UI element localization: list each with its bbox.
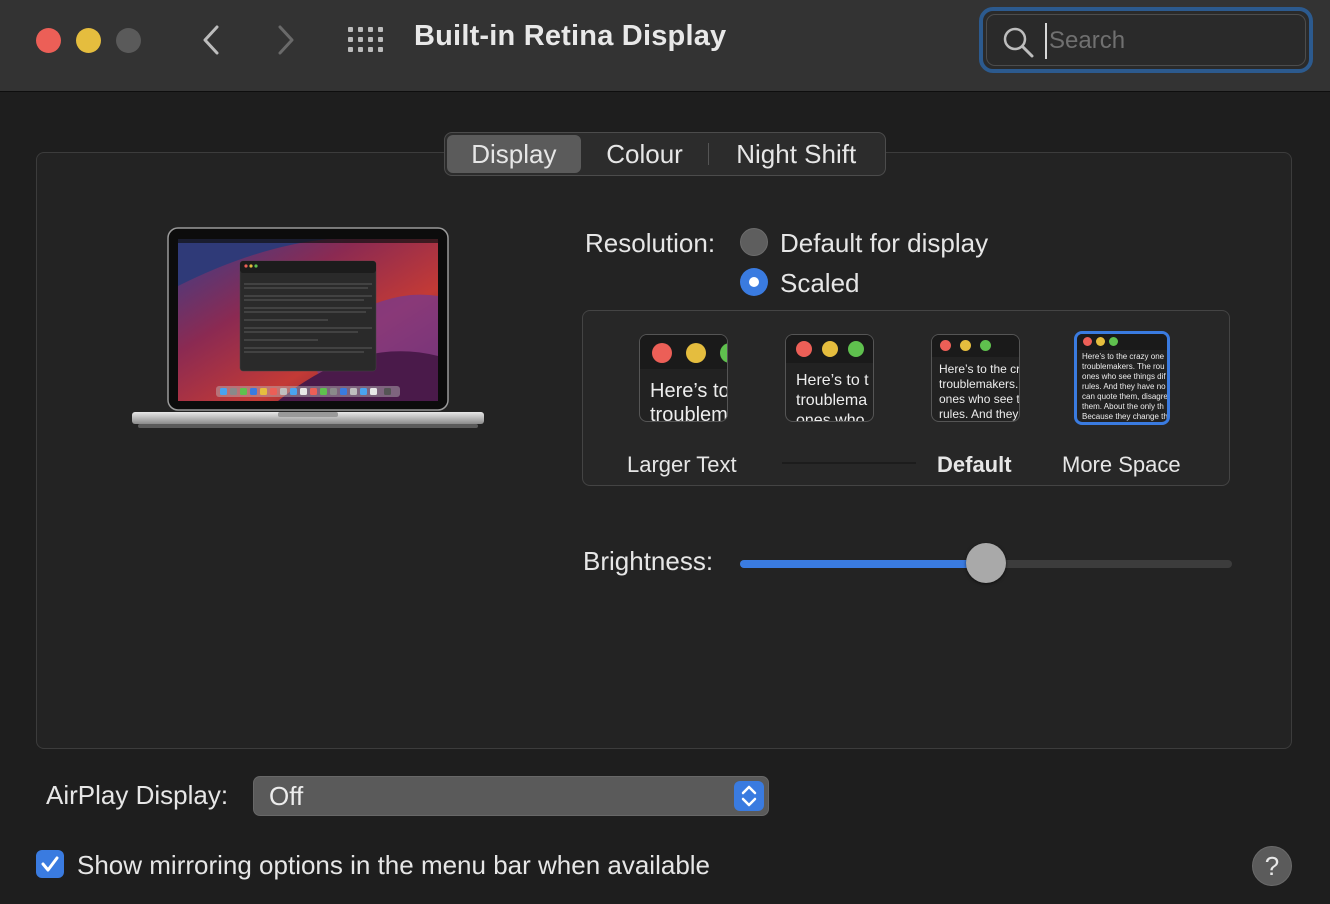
thumb-text-line: Here’s to t bbox=[796, 372, 869, 389]
chevron-left-icon bbox=[203, 25, 219, 55]
thumb-dot bbox=[940, 340, 951, 351]
brightness-label: Brightness: bbox=[583, 546, 714, 576]
thumb-dot bbox=[848, 341, 864, 357]
tab-bar: Display Colour Night Shift bbox=[444, 132, 886, 176]
thumb-text-line: ones who bbox=[796, 412, 865, 422]
search-icon bbox=[1003, 27, 1034, 58]
thumb-text-line: rules. And they have no bbox=[1082, 382, 1166, 391]
checkmark-icon bbox=[41, 856, 59, 872]
mirroring-checkbox-label[interactable]: Show mirroring options in the menu bar w… bbox=[77, 850, 710, 881]
scale-label-divider bbox=[782, 462, 916, 464]
radio-default-label[interactable]: Default for display bbox=[780, 228, 988, 259]
thumb-text-line: troublema bbox=[796, 392, 868, 409]
scale-option-2[interactable]: Here’s to t troublema ones who bbox=[785, 334, 874, 422]
scale-label-larger-text: Larger Text bbox=[627, 452, 737, 477]
thumb-dot bbox=[1083, 337, 1092, 346]
radio-default-for-display[interactable] bbox=[740, 228, 768, 256]
thumb-dot bbox=[796, 341, 812, 357]
radio-scaled[interactable] bbox=[740, 268, 768, 296]
airplay-display-popup[interactable]: Off bbox=[253, 776, 769, 816]
thumb-dot bbox=[652, 343, 672, 363]
brightness-slider-fill bbox=[740, 560, 986, 568]
chevron-right-icon bbox=[278, 25, 294, 55]
popup-arrows-icon bbox=[734, 781, 764, 811]
airplay-display-value: Off bbox=[269, 781, 304, 811]
grid-icon bbox=[348, 27, 383, 52]
forward-button[interactable] bbox=[266, 20, 306, 60]
thumb-text-line: ones who see things dif bbox=[1082, 372, 1166, 381]
macbook-image bbox=[132, 227, 484, 428]
tab-night-shift[interactable]: Night Shift bbox=[709, 135, 883, 173]
thumb-text-line: them. About the only th bbox=[1082, 402, 1164, 411]
thumb-text-line: ones who see t bbox=[939, 392, 1020, 406]
scale-option-more-space[interactable]: Here’s to the crazy one troublemakers. T… bbox=[1074, 331, 1170, 425]
thumb-dot bbox=[1109, 337, 1118, 346]
resolution-label: Resolution: bbox=[585, 228, 716, 258]
scale-option-default[interactable]: Here’s to the cr troublemakers. ones who… bbox=[931, 334, 1020, 422]
scale-option-larger-text[interactable]: Here’s to troublem bbox=[639, 334, 728, 422]
zoom-button[interactable] bbox=[116, 28, 141, 53]
back-button[interactable] bbox=[192, 20, 232, 60]
search-field[interactable] bbox=[979, 7, 1313, 73]
thumb-text-line: troublemakers. The rou bbox=[1082, 362, 1165, 371]
thumb-text-line: troublem bbox=[650, 404, 728, 422]
tab-colour[interactable]: Colour bbox=[581, 135, 709, 173]
airplay-display-label: AirPlay Display: bbox=[46, 780, 229, 810]
thumb-text-line: Here’s to bbox=[650, 380, 728, 402]
scale-label-default: Default bbox=[937, 452, 1012, 477]
window-title: Built-in Retina Display bbox=[414, 20, 727, 52]
brightness-slider-knob[interactable] bbox=[966, 543, 1006, 583]
thumb-text-line: Because they change th bbox=[1082, 412, 1168, 421]
minimize-button[interactable] bbox=[76, 28, 101, 53]
radio-scaled-label[interactable]: Scaled bbox=[780, 268, 860, 299]
thumb-dot bbox=[686, 343, 706, 363]
close-button[interactable] bbox=[36, 28, 61, 53]
thumb-text-line: Here’s to the cr bbox=[939, 362, 1020, 376]
mirroring-checkbox[interactable] bbox=[36, 850, 64, 878]
search-input[interactable] bbox=[1045, 23, 1285, 59]
thumb-text-line: can quote them, disagre bbox=[1082, 392, 1168, 401]
thumb-text-line: Here’s to the crazy one bbox=[1082, 352, 1165, 361]
scale-label-more-space: More Space bbox=[1062, 452, 1181, 477]
thumb-dot bbox=[960, 340, 971, 351]
tab-display[interactable]: Display bbox=[447, 135, 581, 173]
help-button[interactable]: ? bbox=[1252, 846, 1292, 886]
thumb-dot bbox=[822, 341, 838, 357]
show-all-button[interactable] bbox=[346, 24, 386, 56]
thumb-dot bbox=[1096, 337, 1105, 346]
thumb-text-line: troublemakers. bbox=[939, 377, 1019, 391]
title-bar: Built-in Retina Display bbox=[0, 0, 1330, 92]
thumb-dot bbox=[980, 340, 991, 351]
thumb-text-line: rules. And they bbox=[939, 407, 1019, 421]
